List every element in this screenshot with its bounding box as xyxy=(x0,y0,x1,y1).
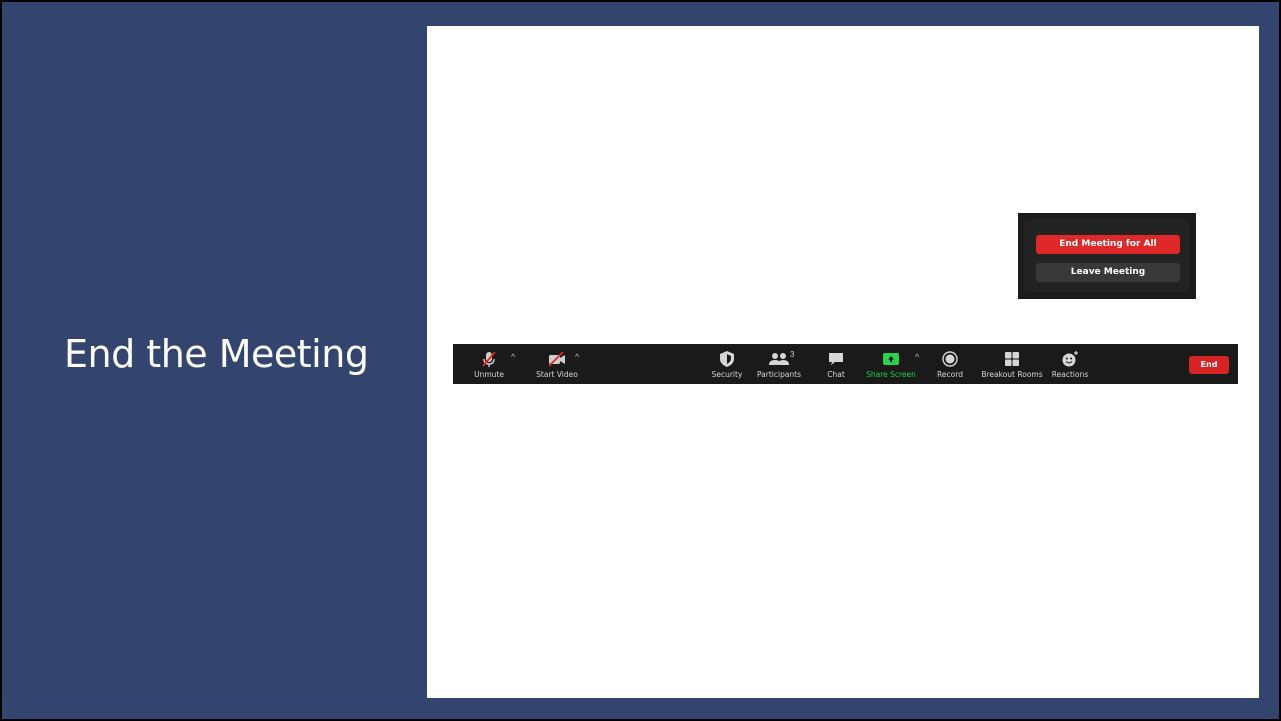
breakout-rooms-label: Breakout Rooms xyxy=(981,370,1043,379)
share-screen-icon xyxy=(883,353,899,365)
audio-options-caret-icon[interactable]: ^ xyxy=(511,352,515,362)
reactions-label: Reactions xyxy=(1051,370,1089,379)
start-video-button[interactable]: Start Video xyxy=(535,344,579,384)
chat-button[interactable]: Chat xyxy=(821,344,851,384)
end-button[interactable]: End xyxy=(1189,356,1229,374)
security-label: Security xyxy=(711,370,743,379)
share-options-caret-icon[interactable]: ^ xyxy=(915,352,919,362)
chat-label: Chat xyxy=(827,370,845,379)
record-label: Record xyxy=(937,370,963,379)
participants-label: Participants xyxy=(756,370,802,379)
video-options-caret-icon[interactable]: ^ xyxy=(575,352,579,362)
share-screen-button[interactable]: Share Screen xyxy=(866,344,916,384)
mic-muted-icon xyxy=(482,351,496,367)
record-icon xyxy=(942,351,958,367)
screenshot-panel: End Meeting for All Leave Meeting Unmute… xyxy=(427,26,1259,698)
meeting-toolbar: Unmute ^ Start Video ^ Security 3 Partic… xyxy=(453,344,1238,384)
share-screen-label: Share Screen xyxy=(866,370,916,379)
participants-icon xyxy=(769,353,789,365)
breakout-rooms-icon xyxy=(1005,352,1019,366)
reactions-button[interactable]: Reactions xyxy=(1051,344,1089,384)
slide: End the Meeting End Meeting for All Leav… xyxy=(2,2,1279,719)
participants-count: 3 xyxy=(790,350,795,359)
record-button[interactable]: Record xyxy=(935,344,965,384)
video-off-icon xyxy=(548,351,565,367)
breakout-rooms-button[interactable]: Breakout Rooms xyxy=(981,344,1043,384)
reactions-icon xyxy=(1062,351,1078,367)
chat-icon xyxy=(829,353,843,365)
leave-meeting-button[interactable]: Leave Meeting xyxy=(1036,263,1180,282)
unmute-label: Unmute xyxy=(474,370,504,379)
slide-title: End the Meeting xyxy=(64,332,369,376)
participants-button[interactable]: 3 Participants xyxy=(755,344,803,384)
start-video-label: Start Video xyxy=(536,370,578,379)
end-meeting-for-all-button[interactable]: End Meeting for All xyxy=(1036,235,1180,254)
unmute-button[interactable]: Unmute xyxy=(473,344,505,384)
security-button[interactable]: Security xyxy=(709,344,745,384)
shield-icon xyxy=(720,351,734,367)
end-meeting-popup: End Meeting for All Leave Meeting xyxy=(1018,213,1196,299)
